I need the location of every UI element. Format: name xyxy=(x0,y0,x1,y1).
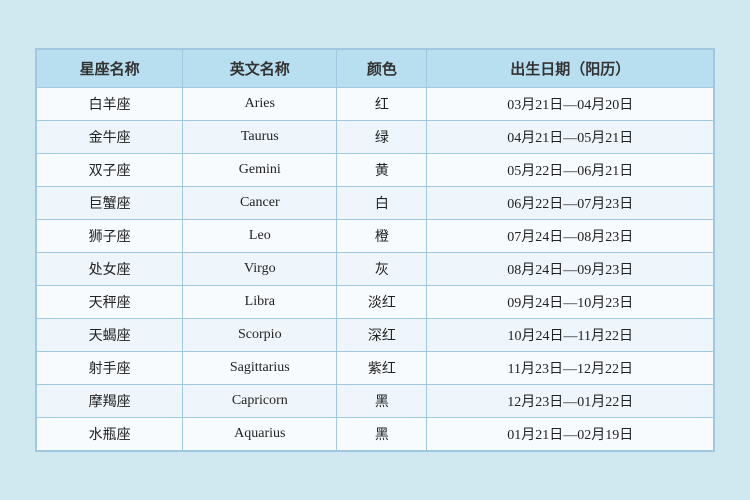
cell-color: 红 xyxy=(337,88,427,121)
cell-chinese-name: 狮子座 xyxy=(37,220,183,253)
cell-english-name: Aquarius xyxy=(183,418,337,451)
table-header-row: 星座名称 英文名称 颜色 出生日期（阳历） xyxy=(37,50,714,88)
header-dates: 出生日期（阳历） xyxy=(427,50,714,88)
cell-chinese-name: 白羊座 xyxy=(37,88,183,121)
table-row: 金牛座Taurus绿04月21日—05月21日 xyxy=(37,121,714,154)
cell-color: 深红 xyxy=(337,319,427,352)
table-row: 双子座Gemini黄05月22日—06月21日 xyxy=(37,154,714,187)
cell-dates: 12月23日—01月22日 xyxy=(427,385,714,418)
cell-color: 黑 xyxy=(337,385,427,418)
cell-english-name: Taurus xyxy=(183,121,337,154)
cell-chinese-name: 巨蟹座 xyxy=(37,187,183,220)
cell-chinese-name: 射手座 xyxy=(37,352,183,385)
cell-chinese-name: 双子座 xyxy=(37,154,183,187)
cell-dates: 05月22日—06月21日 xyxy=(427,154,714,187)
cell-english-name: Virgo xyxy=(183,253,337,286)
cell-english-name: Gemini xyxy=(183,154,337,187)
cell-english-name: Sagittarius xyxy=(183,352,337,385)
cell-dates: 11月23日—12月22日 xyxy=(427,352,714,385)
cell-color: 淡红 xyxy=(337,286,427,319)
cell-dates: 06月22日—07月23日 xyxy=(427,187,714,220)
cell-dates: 04月21日—05月21日 xyxy=(427,121,714,154)
table-row: 天蝎座Scorpio深红10月24日—11月22日 xyxy=(37,319,714,352)
cell-color: 橙 xyxy=(337,220,427,253)
cell-chinese-name: 摩羯座 xyxy=(37,385,183,418)
zodiac-table: 星座名称 英文名称 颜色 出生日期（阳历） 白羊座Aries红03月21日—04… xyxy=(36,49,714,451)
table-row: 摩羯座Capricorn黑12月23日—01月22日 xyxy=(37,385,714,418)
cell-color: 白 xyxy=(337,187,427,220)
table-row: 巨蟹座Cancer白06月22日—07月23日 xyxy=(37,187,714,220)
cell-dates: 01月21日—02月19日 xyxy=(427,418,714,451)
table-row: 天秤座Libra淡红09月24日—10月23日 xyxy=(37,286,714,319)
cell-chinese-name: 水瓶座 xyxy=(37,418,183,451)
cell-dates: 03月21日—04月20日 xyxy=(427,88,714,121)
cell-dates: 10月24日—11月22日 xyxy=(427,319,714,352)
table-row: 射手座Sagittarius紫红11月23日—12月22日 xyxy=(37,352,714,385)
cell-dates: 09月24日—10月23日 xyxy=(427,286,714,319)
cell-chinese-name: 金牛座 xyxy=(37,121,183,154)
cell-chinese-name: 天秤座 xyxy=(37,286,183,319)
table-row: 白羊座Aries红03月21日—04月20日 xyxy=(37,88,714,121)
cell-english-name: Capricorn xyxy=(183,385,337,418)
cell-dates: 08月24日—09月23日 xyxy=(427,253,714,286)
zodiac-table-container: 星座名称 英文名称 颜色 出生日期（阳历） 白羊座Aries红03月21日—04… xyxy=(35,48,715,452)
table-body: 白羊座Aries红03月21日—04月20日金牛座Taurus绿04月21日—0… xyxy=(37,88,714,451)
cell-english-name: Scorpio xyxy=(183,319,337,352)
table-row: 水瓶座Aquarius黑01月21日—02月19日 xyxy=(37,418,714,451)
cell-dates: 07月24日—08月23日 xyxy=(427,220,714,253)
cell-chinese-name: 天蝎座 xyxy=(37,319,183,352)
header-color: 颜色 xyxy=(337,50,427,88)
table-row: 狮子座Leo橙07月24日—08月23日 xyxy=(37,220,714,253)
cell-english-name: Leo xyxy=(183,220,337,253)
cell-english-name: Cancer xyxy=(183,187,337,220)
cell-color: 绿 xyxy=(337,121,427,154)
cell-english-name: Libra xyxy=(183,286,337,319)
cell-color: 紫红 xyxy=(337,352,427,385)
cell-english-name: Aries xyxy=(183,88,337,121)
header-chinese-name: 星座名称 xyxy=(37,50,183,88)
cell-color: 黄 xyxy=(337,154,427,187)
cell-chinese-name: 处女座 xyxy=(37,253,183,286)
header-english-name: 英文名称 xyxy=(183,50,337,88)
cell-color: 黑 xyxy=(337,418,427,451)
table-row: 处女座Virgo灰08月24日—09月23日 xyxy=(37,253,714,286)
cell-color: 灰 xyxy=(337,253,427,286)
